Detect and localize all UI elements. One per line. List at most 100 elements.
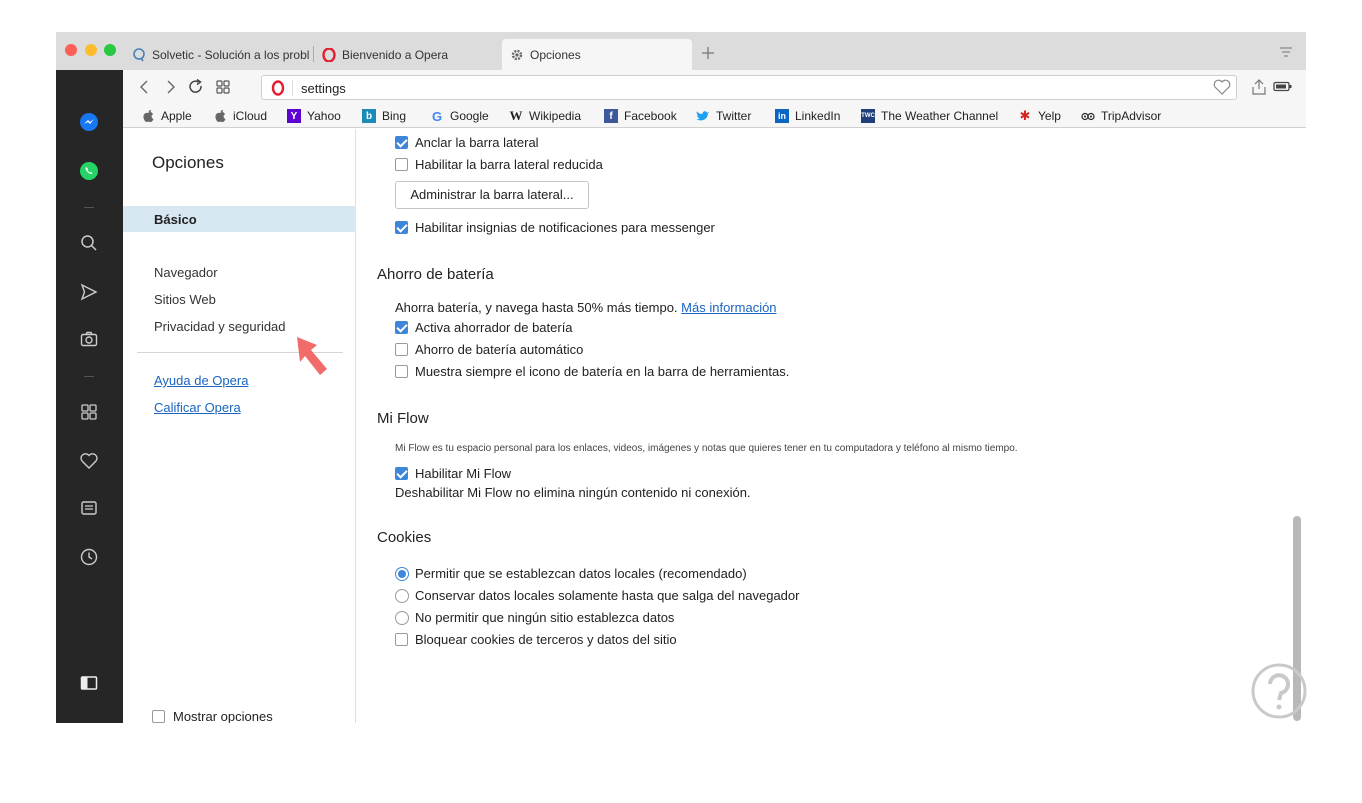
cookies-session-radio[interactable] <box>395 589 409 603</box>
third-party-cookies-checkbox[interactable] <box>395 633 408 646</box>
opera-icon <box>322 47 336 62</box>
tab-opera-welcome[interactable]: Bienvenido a Opera <box>314 39 502 70</box>
yahoo-icon: Y <box>287 109 301 123</box>
more-info-link[interactable]: Más información <box>681 300 776 315</box>
weather-icon: TWC <box>861 109 875 123</box>
nav-item-privacidad[interactable]: Privacidad y seguridad <box>154 319 286 334</box>
heart-icon[interactable] <box>79 451 99 471</box>
tab-opciones[interactable]: Opciones <box>502 39 692 70</box>
share-icon[interactable] <box>1251 78 1267 96</box>
battery-saver-label: Activa ahorrador de batería <box>415 320 573 335</box>
reload-icon[interactable] <box>187 78 205 96</box>
forward-icon[interactable] <box>161 78 179 96</box>
bookmark-google[interactable]: G Google <box>430 109 489 124</box>
pointer-arrow-icon <box>297 337 327 375</box>
bookmark-icloud[interactable]: iCloud <box>213 109 267 123</box>
heart-icon[interactable] <box>1213 79 1231 95</box>
solvetic-icon <box>133 47 145 61</box>
battery-icon-label: Muestra siempre el icono de batería en l… <box>415 364 790 379</box>
yelp-icon: ✱ <box>1019 108 1031 123</box>
battery-icon[interactable] <box>1273 81 1293 93</box>
url-text: settings <box>301 81 346 96</box>
help-link[interactable]: Ayuda de Opera <box>154 373 248 388</box>
page-title: Opciones <box>152 153 224 172</box>
anchor-sidebar-checkbox[interactable] <box>395 136 408 149</box>
close-window-button[interactable] <box>65 44 77 56</box>
nav-item-navegador[interactable]: Navegador <box>154 265 218 280</box>
speed-dial-icon[interactable] <box>79 402 99 422</box>
battery-auto-label: Ahorro de batería automático <box>415 342 584 357</box>
nav-item-sitios-web[interactable]: Sitios Web <box>154 292 216 307</box>
tab-solvetic[interactable]: Solvetic - Solución a los probl <box>124 39 310 70</box>
new-tab-icon[interactable] <box>701 46 715 60</box>
address-bar[interactable]: settings <box>261 75 1237 100</box>
messenger-icon[interactable] <box>79 112 99 132</box>
reduced-sidebar-label: Habilitar la barra lateral reducida <box>415 157 603 172</box>
tab-menu-icon[interactable] <box>1279 46 1293 58</box>
news-icon[interactable] <box>79 498 99 518</box>
cookies-block-radio[interactable] <box>395 611 409 625</box>
reduced-sidebar-checkbox[interactable] <box>395 158 408 171</box>
rate-link[interactable]: Calificar Opera <box>154 400 241 415</box>
send-icon[interactable] <box>79 282 99 302</box>
bookmark-tripadvisor[interactable]: TripAdvisor <box>1081 109 1161 123</box>
opera-sidebar <box>56 70 123 723</box>
bookmark-facebook[interactable]: f Facebook <box>604 109 677 123</box>
battery-description: Ahorra batería, y navega hasta 50% más t… <box>395 300 777 315</box>
battery-icon-checkbox[interactable] <box>395 365 408 378</box>
tab-label: Solvetic - Solución a los probl <box>152 47 310 62</box>
settings-content: Anclar la barra lateral Habilitar la bar… <box>357 129 1291 723</box>
bookmark-twitter[interactable]: Twitter <box>696 109 751 123</box>
bookmark-bing[interactable]: b Bing <box>362 109 406 123</box>
facebook-icon: f <box>604 109 618 123</box>
bookmark-wikipedia[interactable]: W Wikipedia <box>509 108 582 123</box>
tab-label: Opciones <box>530 47 581 62</box>
tripadvisor-icon <box>1081 109 1095 123</box>
battery-saver-checkbox[interactable] <box>395 321 408 334</box>
messenger-badges-label: Habilitar insignias de notificaciones pa… <box>415 220 715 235</box>
browser-window: Solvetic - Solución a los probl Bienveni… <box>56 32 1306 723</box>
wikipedia-icon: W <box>509 108 523 123</box>
apple-icon <box>213 109 227 123</box>
third-party-cookies-label: Bloquear cookies de terceros y datos del… <box>415 632 677 647</box>
tab-label: Bienvenido a Opera <box>342 47 449 62</box>
opera-icon <box>271 80 285 96</box>
bookmark-linkedin[interactable]: in LinkedIn <box>775 109 840 123</box>
bookmark-yahoo[interactable]: Y Yahoo <box>287 109 341 123</box>
back-icon[interactable] <box>136 78 154 96</box>
enable-flow-label: Habilitar Mi Flow <box>415 466 512 481</box>
bing-icon: b <box>362 109 376 123</box>
search-icon[interactable] <box>79 233 99 253</box>
cookies-session-label: Conservar datos locales solamente hasta … <box>415 588 800 603</box>
messenger-badges-checkbox[interactable] <box>395 221 408 234</box>
advanced-options-label: Mostrar opciones <box>173 709 273 723</box>
battery-heading: Ahorro de batería <box>377 266 494 283</box>
speed-dial-icon[interactable] <box>214 78 232 96</box>
nav-item-basico[interactable]: Básico <box>123 206 356 232</box>
tab-strip: Solvetic - Solución a los probl Bienveni… <box>56 32 1306 70</box>
cookies-allow-label: Permitir que se establezcan datos locale… <box>415 566 747 581</box>
bookmarks-bar: Apple iCloud Y Yahoo b Bing G Google W Wikip… <box>123 105 1306 128</box>
bookmark-yelp[interactable]: ✱ Yelp <box>1018 108 1061 123</box>
anchor-sidebar-label: Anclar la barra lateral <box>415 135 539 150</box>
flow-heading: Mi Flow <box>377 410 429 427</box>
minimize-window-button[interactable] <box>85 44 97 56</box>
toggle-sidebar-icon[interactable] <box>79 673 99 693</box>
battery-auto-checkbox[interactable] <box>395 343 408 356</box>
settings-nav: Opciones Básico Navegador Sitios Web Pri… <box>123 129 356 723</box>
enable-flow-checkbox[interactable] <box>395 467 408 480</box>
zoom-window-button[interactable] <box>104 44 116 56</box>
bookmark-weather[interactable]: TWC The Weather Channel <box>861 109 998 123</box>
whatsapp-icon[interactable] <box>79 161 99 181</box>
cookies-heading: Cookies <box>377 529 432 546</box>
history-icon[interactable] <box>79 547 99 567</box>
linkedin-icon: in <box>775 109 789 123</box>
gear-icon <box>511 49 523 60</box>
advanced-options-checkbox[interactable] <box>152 710 165 723</box>
apple-icon <box>141 109 155 123</box>
camera-icon[interactable] <box>79 329 99 349</box>
flow-note: Deshabilitar Mi Flow no elimina ningún c… <box>395 485 751 500</box>
bookmark-apple[interactable]: Apple <box>141 109 192 123</box>
manage-sidebar-button[interactable]: Administrar la barra lateral... <box>395 181 589 209</box>
cookies-allow-radio[interactable] <box>395 567 409 581</box>
